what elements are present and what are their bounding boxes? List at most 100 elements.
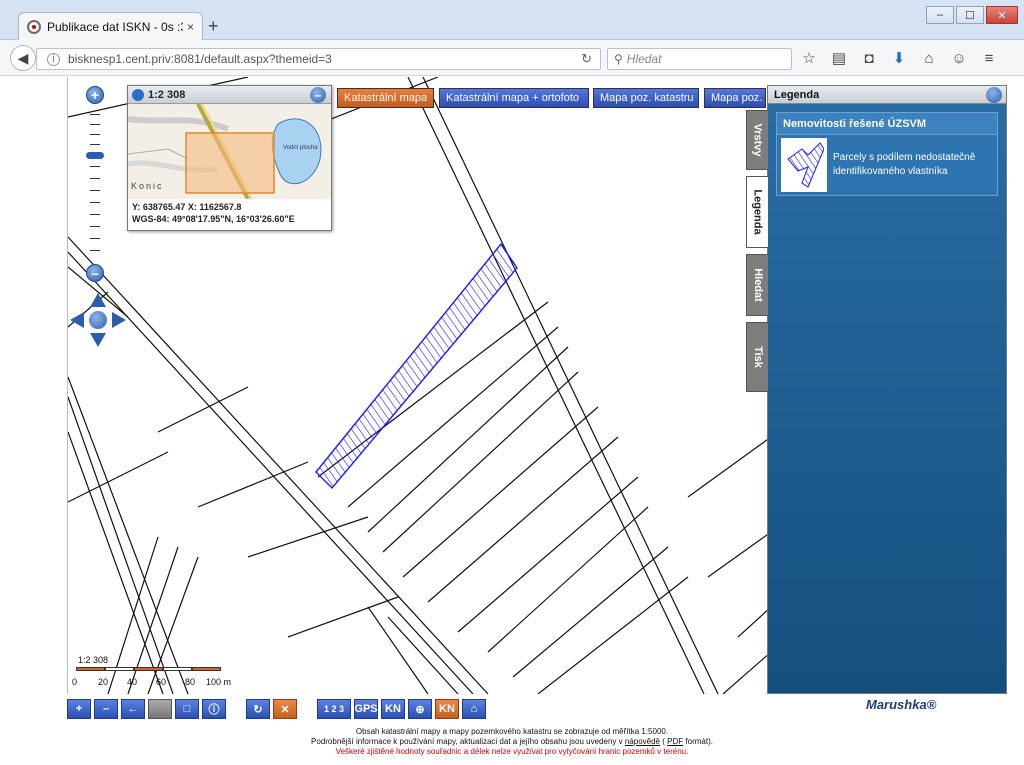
pan-right-icon[interactable]	[112, 312, 126, 328]
zoom-tick	[90, 114, 100, 115]
coords-sjtsk: Y: 638765.47 X: 1162567.8	[132, 202, 242, 212]
footer-line2-end: formát).	[685, 737, 713, 746]
zoom-in-button[interactable]: +	[86, 86, 104, 104]
highlighted-parcel[interactable]	[315, 242, 518, 490]
pdf-link[interactable]: PDF	[667, 737, 683, 746]
window-controls: – ☐ ✕	[926, 6, 1018, 24]
tab-hledat-label: Hledat	[751, 268, 764, 302]
tab-vrstvy[interactable]: Vrstvy	[746, 110, 768, 170]
zoom-handle[interactable]	[86, 152, 104, 159]
kn-orange-button[interactable]: KN	[435, 699, 459, 719]
bookmark-star-icon[interactable]: ☆	[800, 48, 818, 68]
reload-icon[interactable]: ↻	[581, 51, 592, 67]
napoveda-link[interactable]: nápovědě	[625, 737, 660, 746]
new-tab-button[interactable]: +	[208, 16, 219, 37]
zoom-in-tool-button[interactable]: +	[67, 699, 91, 719]
info-tool-button[interactable]: ⓘ	[202, 699, 226, 719]
zoom-slider[interactable]: + –	[86, 86, 106, 286]
scale-tick: 40	[127, 677, 138, 687]
zoom-tick	[90, 238, 100, 239]
page-content: + – 1:2 308 – Vodní plocha Konic Y: 6387…	[0, 77, 1024, 765]
zoom-tick	[90, 134, 100, 135]
pan-center-button[interactable]	[89, 311, 107, 329]
coords-wgs84: WGS-84: 49°08'17.95"N, 16°03'26.60"E	[132, 214, 295, 224]
overview-map[interactable]: 1:2 308 – Vodní plocha Konic Y: 638765.4…	[127, 85, 332, 231]
maximize-button[interactable]: ☐	[956, 6, 984, 24]
globe-icon	[132, 88, 144, 101]
scale-bar-graphic	[76, 667, 221, 671]
zoom-tick	[90, 250, 100, 251]
legend-item-line1: Parcely s podílem nedostatečně	[833, 152, 976, 163]
pan-control[interactable]	[70, 293, 126, 347]
tab-hledat[interactable]: Hledat	[746, 254, 768, 316]
panel-info-icon[interactable]	[986, 87, 1002, 103]
info-icon[interactable]: i	[47, 52, 60, 66]
zoom-tick	[90, 166, 100, 167]
pan-left-icon[interactable]	[70, 312, 84, 328]
legend-item: Parcely s podílem nedostatečně identifik…	[776, 134, 998, 196]
home-icon[interactable]: ⌂	[920, 48, 938, 68]
tab-vrstvy-label: Vrstvy	[751, 123, 764, 157]
scale-tick: 100 m	[206, 677, 232, 687]
overview-map-image[interactable]: Vodní plocha Konic	[128, 104, 331, 199]
clear-button[interactable]: ✕	[273, 699, 297, 719]
close-window-button[interactable]: ✕	[986, 6, 1018, 24]
footer-line2-text: Podrobnější informace k používání mapy, …	[311, 737, 623, 746]
chat-icon[interactable]: ☺	[950, 48, 968, 68]
legend-heading: Nemovitosti řešené ÚZSVM	[776, 112, 998, 134]
url-bar[interactable]: i bisknesp1.cent.priv:8081/default.aspx?…	[36, 48, 601, 70]
legend-panel: Legenda Vrstvy Legenda Hledat Tisk Nemov…	[746, 85, 1007, 694]
pan-down-icon[interactable]	[90, 333, 106, 347]
scale-tick: 20	[98, 677, 109, 687]
marushka-logo: Marushka®	[866, 697, 937, 712]
download-icon[interactable]: ⬇	[890, 48, 908, 68]
cart-button[interactable]: ⌂	[462, 699, 486, 719]
footer-line2: Podrobnější informace k používání mapy, …	[0, 737, 1024, 747]
overview-place-label: Konic	[131, 181, 164, 191]
zoom-tick	[90, 214, 100, 215]
tab-tisk-label: Tisk	[751, 346, 764, 368]
legend-item-label: Parcely s podílem nedostatečně identifik…	[833, 151, 975, 179]
kn-button[interactable]: KN	[381, 699, 405, 719]
back-arrow-icon: ◀	[17, 49, 29, 66]
zoom-tick	[90, 124, 100, 125]
zoom-out-button[interactable]: –	[86, 264, 104, 282]
pan-tool-button[interactable]	[148, 699, 172, 719]
previous-view-button[interactable]: ←	[121, 699, 145, 719]
collapse-overview-button[interactable]: –	[310, 87, 326, 103]
zoom-box-button[interactable]: □	[175, 699, 199, 719]
pan-up-icon[interactable]	[90, 293, 106, 307]
toolbar-gap	[229, 699, 243, 721]
search-input[interactable]: ⚲ Hledat	[607, 48, 792, 70]
footer-line1: Obsah katastrální mapy a mapy pozemkovéh…	[355, 727, 669, 736]
pocket-icon[interactable]: ◘	[860, 48, 878, 68]
measure-button[interactable]: 1 2 3	[317, 699, 351, 719]
zoom-out-tool-button[interactable]: –	[94, 699, 118, 719]
browser-navbar: ◀ i bisknesp1.cent.priv:8081/default.asp…	[0, 40, 1024, 76]
back-button[interactable]: ◀	[10, 45, 36, 71]
layer-mapa-poz-katastru[interactable]: Mapa poz. katastru	[593, 88, 699, 108]
browser-tab[interactable]: Publikace dat ISKN - 0s :32... ×	[18, 12, 203, 40]
layer-katastralni-mapa-ortofoto[interactable]: Katastrální mapa + ortofoto	[439, 88, 589, 108]
locate-button[interactable]: ⊕	[408, 699, 432, 719]
zoom-tick	[90, 226, 100, 227]
tab-legenda-label: Legenda	[751, 189, 764, 235]
reading-list-icon[interactable]: ▤	[830, 48, 848, 68]
tab-tisk[interactable]: Tisk	[746, 322, 768, 392]
map-toolbar: + – ← □ ⓘ ↻ ✕ 1 2 3 GPS KN ⊕ KN ⌂	[67, 699, 486, 721]
url-text[interactable]: bisknesp1.cent.priv:8081/default.aspx?th…	[68, 52, 581, 66]
footer: Obsah katastrální mapy a mapy pozemkovéh…	[0, 727, 1024, 757]
zoom-tick	[90, 144, 100, 145]
minimize-button[interactable]: –	[926, 6, 954, 24]
layer-katastralni-mapa[interactable]: Katastrální mapa	[337, 88, 434, 108]
tab-close-icon[interactable]: ×	[187, 20, 194, 34]
footer-line2-paren: (	[662, 737, 665, 746]
scale-label: 1:2 308	[78, 655, 109, 665]
refresh-button[interactable]: ↻	[246, 699, 270, 719]
zoom-tick	[90, 178, 100, 179]
tab-legenda[interactable]: Legenda	[746, 176, 768, 248]
layer-mapa-poz-katastru-2[interactable]: Mapa poz. k	[704, 88, 766, 108]
menu-icon[interactable]: ≡	[980, 48, 998, 68]
gps-button[interactable]: GPS	[354, 699, 378, 719]
scale-tick: 60	[156, 677, 167, 687]
